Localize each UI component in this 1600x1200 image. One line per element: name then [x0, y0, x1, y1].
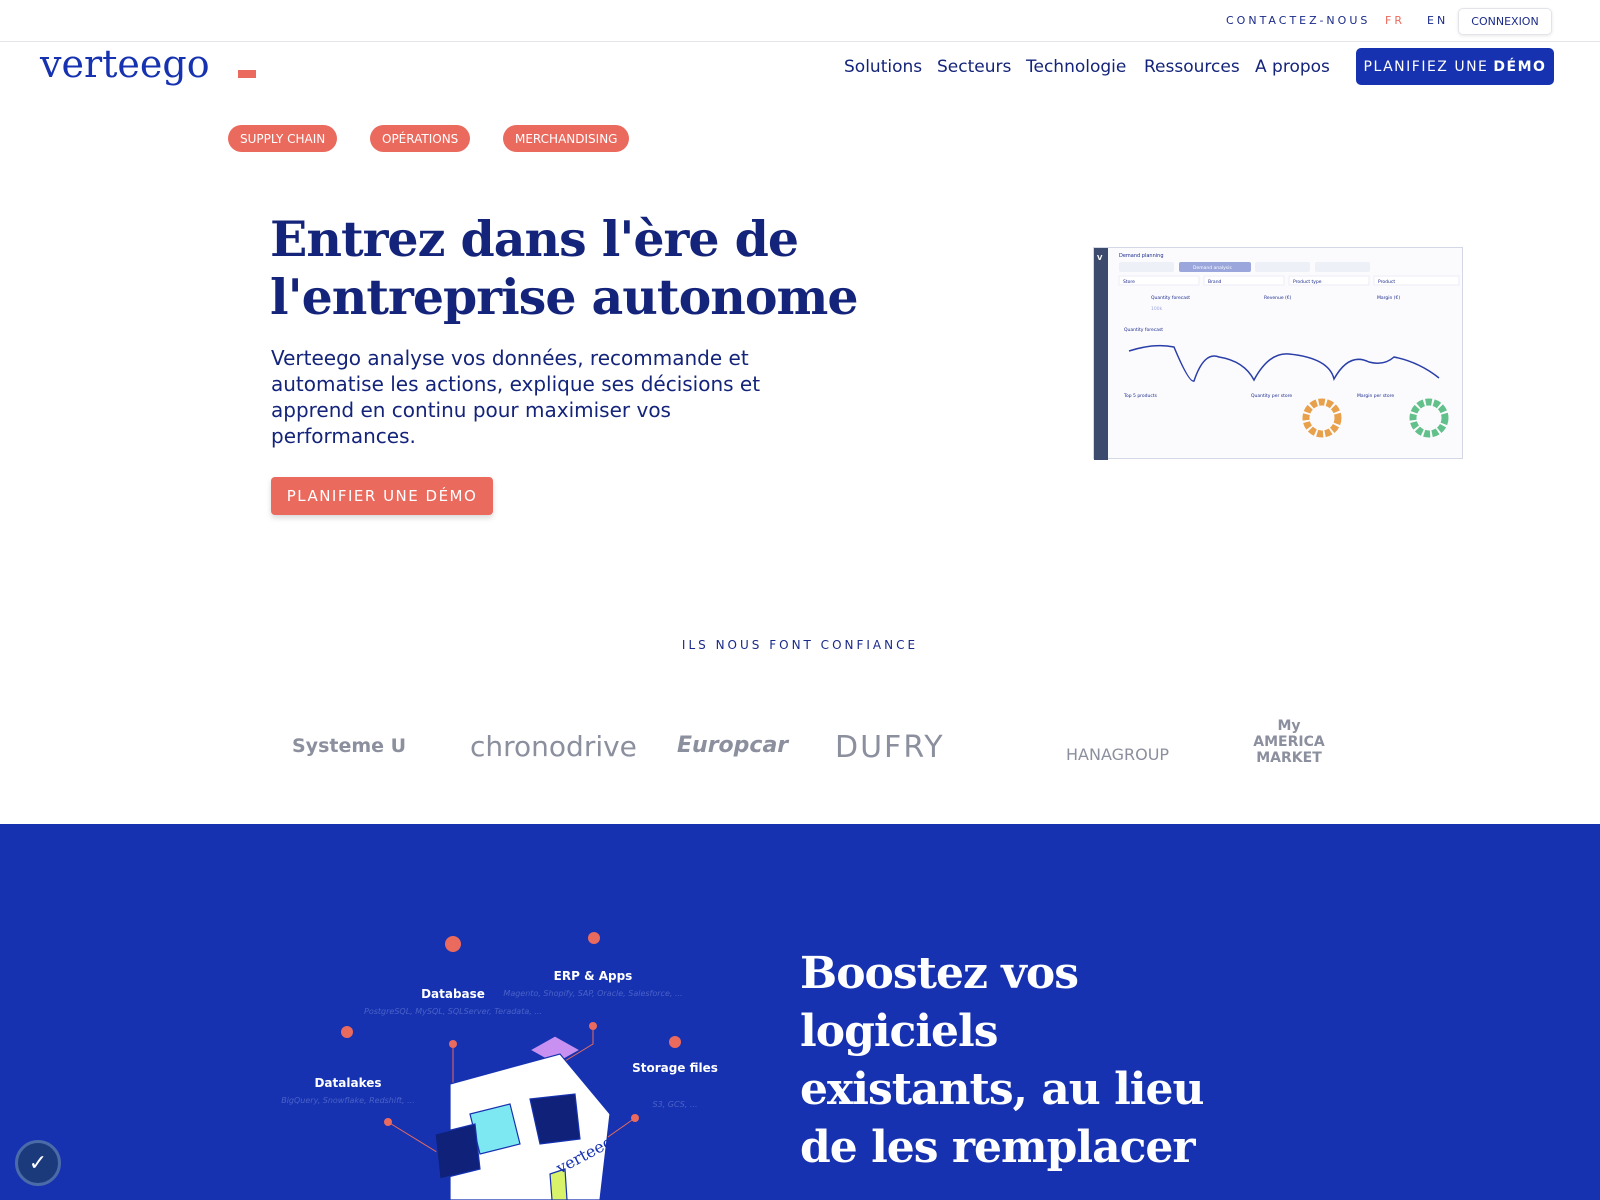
integration-desc: BigQuery, Snowflake, Redshift, ... — [281, 1096, 415, 1105]
dash-chart-title: Quantity forecast — [1124, 327, 1163, 333]
integration-desc: S3, GCS, ... — [653, 1100, 698, 1109]
dashboard-preview: V Demand planning Demand analysis Store … — [1093, 247, 1463, 460]
dash-tab: Demand analysis — [1193, 265, 1232, 271]
dash-filter: Store — [1123, 279, 1135, 285]
nav-ressources[interactable]: Ressources — [1144, 57, 1240, 77]
hero-lead: Verteego analyse vos données, recommande… — [271, 346, 761, 448]
integration-database: Database — [421, 987, 485, 1001]
nav-technologie[interactable]: Technologie — [1026, 57, 1126, 77]
dash-filter: Product type — [1293, 279, 1322, 285]
client-logo: DUFRY — [835, 730, 945, 765]
client-logo: HANAGROUP — [1066, 745, 1170, 764]
title-line: de les remplacer — [800, 1122, 1196, 1173]
client-logo: Systeme U — [292, 735, 407, 757]
integration-erp: ERP & Apps — [554, 969, 633, 983]
integration-desc: PostgreSQL, MySQL, SQLServer, Teradata, … — [364, 1007, 542, 1016]
plan-demo-button[interactable]: PLANIFIEZ UNE DÉMO — [1356, 48, 1554, 85]
hero-title-line: Entrez dans l'ère de — [270, 210, 799, 268]
dash-kpi-value: 100k — [1151, 306, 1163, 312]
dash-kpi: Margin (€) — [1377, 295, 1400, 301]
lang-en[interactable]: EN — [1427, 14, 1448, 27]
dash-margin-store: Margin per store — [1357, 393, 1394, 399]
demo-label: PLANIFIEZ UNE — [1363, 58, 1489, 75]
hero-title-line: l'entreprise autonome — [270, 268, 859, 326]
svg-text:V: V — [1097, 254, 1103, 262]
nav-secteurs[interactable]: Secteurs — [937, 57, 1011, 77]
title-line: logiciels — [800, 1006, 999, 1057]
trust-title: ILS NOUS FONT CONFIANCE — [681, 638, 919, 652]
nav-solutions[interactable]: Solutions — [844, 57, 922, 77]
title-line: Boostez vos — [800, 948, 1079, 999]
contact-link[interactable]: CONTACTEZ-NOUS — [1226, 14, 1370, 27]
logo[interactable]: verteego — [40, 42, 210, 86]
hero-demo-button[interactable]: PLANIFIER UNE DÉMO — [271, 477, 493, 515]
tag-supply-chain[interactable]: SUPPLY CHAIN — [228, 125, 338, 152]
client-logo: chronodrive — [470, 730, 637, 763]
cookie-settings-button[interactable]: ✓ — [15, 1140, 61, 1186]
nav-a-propos[interactable]: A propos — [1255, 57, 1330, 77]
dash-kpi: Quantity forecast — [1151, 295, 1190, 301]
client-logo: Europcar — [677, 733, 789, 758]
logo-dash — [238, 70, 256, 78]
title-line: existants, au lieu — [800, 1064, 1205, 1115]
dash-filter: Brand — [1208, 279, 1222, 285]
top-bar: CONTACTEZ-NOUS FR EN CONNEXION — [0, 0, 1600, 42]
integrations-section: Database ERP & Apps Datalakes Storage fi… — [0, 824, 1600, 1200]
login-button[interactable]: CONNEXION — [1458, 8, 1552, 35]
dash-filter: Product — [1378, 279, 1395, 285]
dash-qty-store: Quantity per store — [1251, 393, 1292, 399]
demo-label-bold: DÉMO — [1493, 58, 1547, 75]
integration-desc: Magento, Shopify, SAP, Oracle, Salesforc… — [503, 989, 682, 998]
dash-kpi: Revenue (€) — [1264, 295, 1292, 301]
cookie-check-icon: ✓ — [28, 1150, 48, 1176]
hero-title: Entrez dans l'ère de l'entreprise autonom… — [270, 210, 859, 326]
tag-merchandising[interactable]: MERCHANDISING — [503, 125, 630, 152]
client-logo: My AMERICA MARKET — [1253, 718, 1325, 766]
integration-storage: Storage files — [632, 1061, 718, 1075]
tag-operations[interactable]: OPÉRATIONS — [370, 125, 471, 152]
dash-top5: Top 5 products — [1123, 393, 1158, 399]
section2-title: Boostez vos logiciels existants, au lieu de… — [800, 945, 1205, 1177]
lang-fr[interactable]: FR — [1385, 14, 1405, 27]
integration-datalakes: Datalakes — [314, 1076, 381, 1090]
dash-title: Demand planning — [1119, 253, 1164, 259]
